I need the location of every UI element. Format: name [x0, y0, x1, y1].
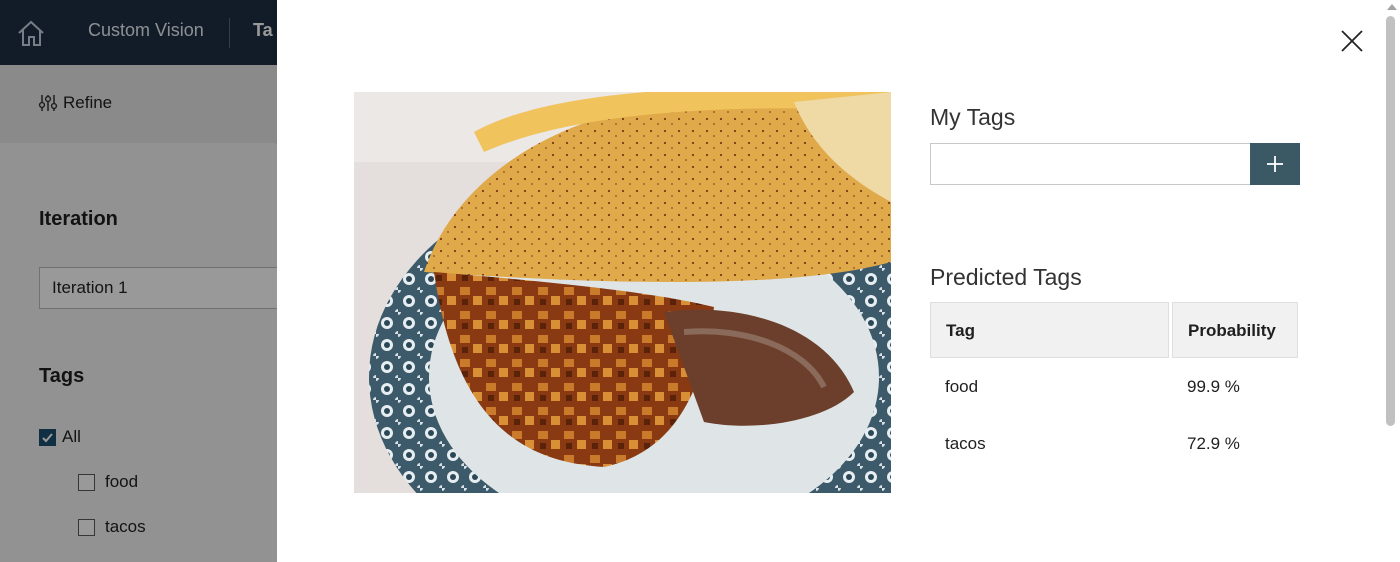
add-tag-button[interactable] — [1250, 143, 1300, 185]
nav-tab-partial[interactable]: Ta — [253, 20, 273, 41]
iteration-heading: Iteration — [39, 208, 118, 230]
checkmark-icon — [42, 432, 53, 442]
tag-filter-label: food — [105, 472, 139, 491]
tag-cell: tacos — [945, 434, 986, 453]
close-icon — [1341, 30, 1363, 52]
probability-cell: 99.9 % — [1187, 377, 1240, 396]
checkbox[interactable] — [78, 473, 95, 491]
refine-label: Refine — [63, 93, 113, 112]
home-icon — [18, 20, 44, 46]
scrollbar-thumb[interactable] — [1386, 16, 1395, 426]
my-tags-heading: My Tags — [930, 104, 1016, 130]
tag-filter-all[interactable]: All — [39, 427, 81, 447]
image-detail-panel: My Tags Predicted Tags Tag Probability f… — [277, 0, 1400, 562]
tag-filter-label: All — [62, 427, 81, 446]
close-button[interactable] — [1339, 28, 1365, 54]
app-title-link[interactable]: Custom Vision — [88, 20, 204, 41]
plus-icon — [1267, 156, 1283, 172]
tag-filter-tacos[interactable]: tacos — [78, 517, 146, 537]
refine-button[interactable]: Refine — [38, 93, 112, 113]
column-header-probability: Probability — [1172, 302, 1298, 358]
tag-cell: food — [945, 377, 979, 396]
tag-filter-food[interactable]: food — [78, 472, 138, 492]
column-header-tag: Tag — [930, 302, 1169, 358]
checkbox[interactable] — [78, 518, 95, 536]
checkbox-checked[interactable] — [39, 428, 56, 446]
probability-cell: 72.9 % — [1187, 434, 1240, 453]
add-tag-input[interactable] — [930, 143, 1251, 185]
predicted-tags-heading: Predicted Tags — [930, 264, 1082, 290]
iteration-select[interactable]: Iteration 1 — [39, 267, 289, 309]
nav-divider — [229, 18, 230, 48]
tags-heading: Tags — [39, 365, 85, 387]
scroll-up-arrow-icon[interactable] — [1387, 4, 1397, 10]
home-button[interactable] — [14, 18, 48, 48]
filter-sliders-icon — [38, 95, 58, 111]
filter-sidebar: Iteration Iteration 1 Tags All food taco… — [0, 143, 289, 562]
tagged-image — [354, 92, 891, 493]
tag-filter-label: tacos — [105, 517, 146, 536]
